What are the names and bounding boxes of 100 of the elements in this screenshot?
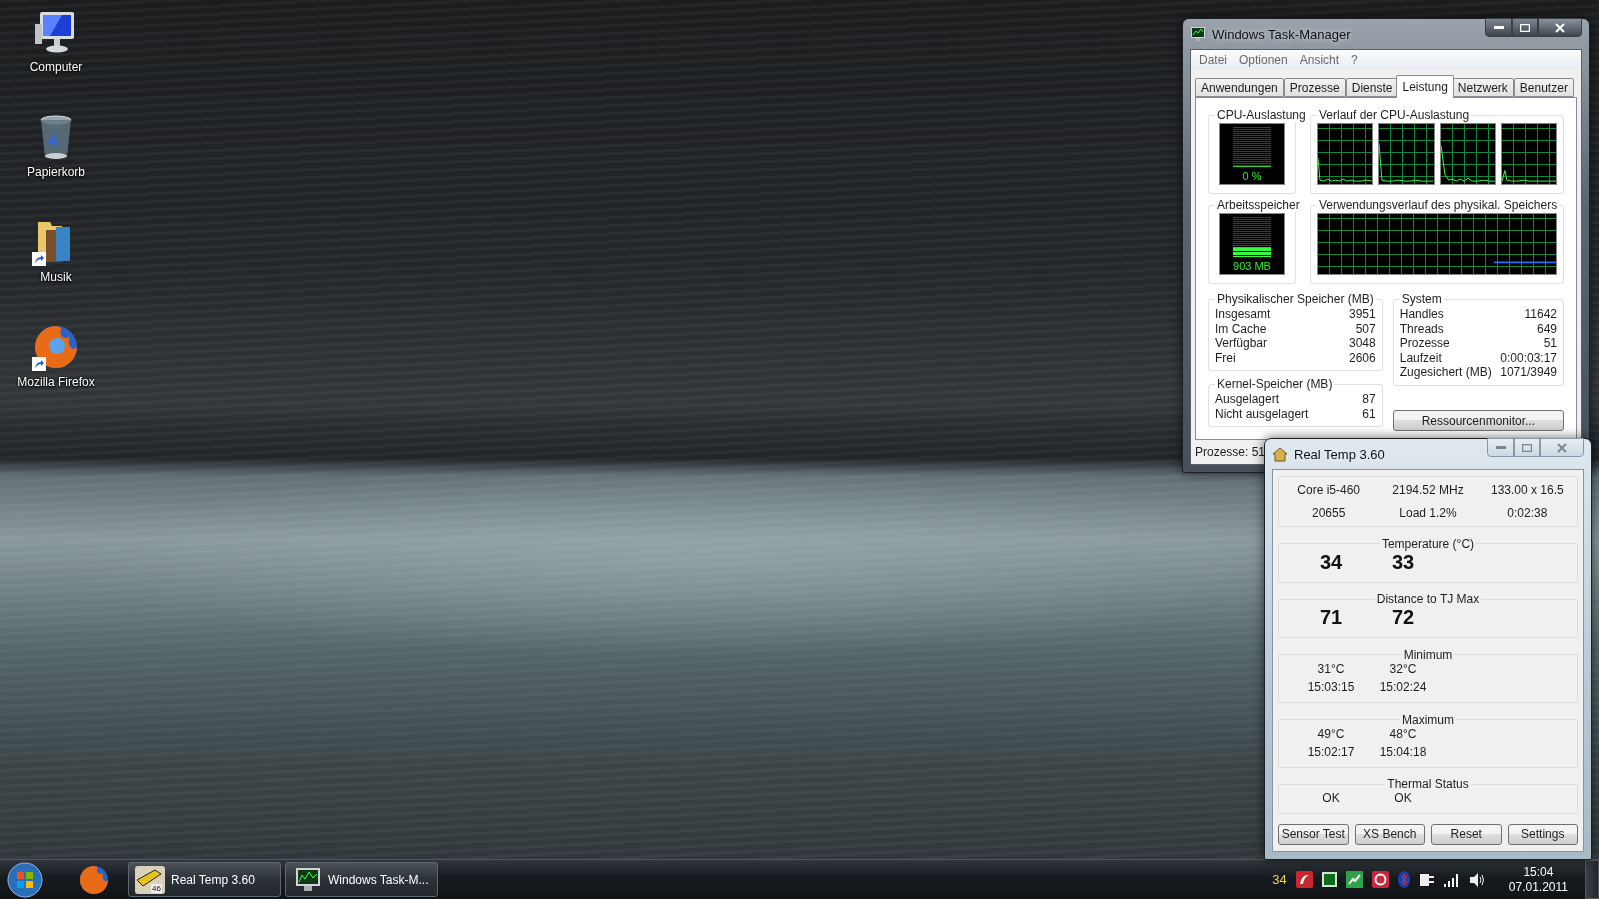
group-title: Arbeitsspeicher xyxy=(1216,198,1301,212)
section-title: Minimum xyxy=(1402,647,1454,662)
meter-reading: 903 MB xyxy=(1233,260,1271,272)
section-title: Distance to TJ Max xyxy=(1375,592,1481,607)
maximize-icon xyxy=(1522,443,1532,452)
maximize-button[interactable] xyxy=(1512,18,1538,37)
minimize-button[interactable] xyxy=(1485,18,1512,37)
info-text: 0:02:38 xyxy=(1506,506,1549,520)
stat-value: 0:00:03:17 xyxy=(1500,350,1557,365)
maximize-icon xyxy=(1520,23,1530,32)
time-value: 15:02:24 xyxy=(1378,679,1428,694)
stat-value: 3951 xyxy=(1349,307,1376,322)
reading-value: 49°C xyxy=(1316,726,1346,741)
time-value: 15:02:17 xyxy=(1306,744,1356,759)
taskbar-window-button[interactable]: 46 Real Temp 3.60 xyxy=(128,862,281,897)
group-title: Verlauf der CPU-Auslastung xyxy=(1318,108,1471,122)
globe-icon xyxy=(78,863,110,896)
section-title: Maximum xyxy=(1401,712,1455,727)
group-title: Verwendungsverlauf des physikal. Speichers xyxy=(1318,198,1559,212)
signal-bars-icon xyxy=(1443,872,1460,887)
window-title: Windows Task-Manager xyxy=(1212,26,1351,42)
stat-value: 51 xyxy=(1543,336,1557,351)
clock-time: 15:04 xyxy=(1523,864,1554,880)
stat-label: Zugesichert (MB) xyxy=(1399,365,1492,380)
desktop-icon-label[interactable]: Papierkorb xyxy=(27,165,85,179)
stat-label: Prozesse xyxy=(1399,336,1450,351)
stat-label: Handles xyxy=(1399,307,1444,322)
desktop-icon-label[interactable]: Mozilla Firefox xyxy=(17,375,95,389)
stat-label: Threads xyxy=(1399,321,1444,336)
cpu-history-graph xyxy=(1500,123,1557,185)
clock[interactable]: 15:04 07.01.2011 xyxy=(1508,864,1568,895)
status-text: Prozesse: 51 xyxy=(1195,445,1266,459)
info-text: Load 1.2% xyxy=(1398,506,1458,520)
menu-item[interactable]: Optionen xyxy=(1233,53,1294,67)
globe-icon xyxy=(32,323,80,371)
status-value: OK xyxy=(1393,791,1413,806)
group-title: Kernel-Speicher (MB) xyxy=(1216,377,1334,391)
action-button[interactable]: Settings xyxy=(1507,823,1578,845)
info-text: 20655 xyxy=(1310,506,1347,520)
action-button[interactable]: Sensor Test xyxy=(1278,823,1349,845)
action-button[interactable]: XS Bench xyxy=(1354,823,1425,845)
speaker-icon xyxy=(1468,871,1486,888)
house-icon xyxy=(1272,446,1288,462)
menu-item[interactable]: ? xyxy=(1345,53,1364,67)
stat-value: 3048 xyxy=(1349,336,1376,351)
cpu-history-graph xyxy=(1317,123,1374,185)
stat-value: 87 xyxy=(1362,392,1376,407)
stat-label: Im Cache xyxy=(1215,321,1267,336)
close-button[interactable] xyxy=(1538,18,1582,37)
group-title: CPU-Auslastung xyxy=(1216,108,1307,122)
stat-label: Laufzeit xyxy=(1399,350,1442,365)
monitor-icon xyxy=(1190,26,1206,42)
reading-value: 34 xyxy=(1318,550,1344,574)
tab[interactable]: Dienste xyxy=(1345,78,1399,97)
minimize-icon xyxy=(1495,445,1506,450)
reading-value: 48°C xyxy=(1388,726,1418,741)
desktop-icon-label[interactable]: Musik xyxy=(40,270,72,284)
cpu-history-graph xyxy=(1439,123,1496,185)
reading-value: 32°C xyxy=(1388,661,1418,676)
time-value: 15:03:15 xyxy=(1306,679,1356,694)
tab[interactable]: Benutzer xyxy=(1513,78,1574,97)
stat-label: Frei xyxy=(1215,350,1236,365)
tray-temperature[interactable]: 34 xyxy=(1272,872,1287,887)
menu-item[interactable]: Ansicht xyxy=(1293,53,1346,67)
tab[interactable]: Anwendungen xyxy=(1195,78,1284,97)
start-button[interactable] xyxy=(4,860,46,899)
reading-value: 33 xyxy=(1391,550,1415,574)
section-title: Thermal Status xyxy=(1386,777,1470,792)
cpu-history-graph xyxy=(1378,123,1435,185)
stat-value: 649 xyxy=(1536,321,1557,336)
reading-value: 71 xyxy=(1318,606,1344,630)
clock-date: 07.01.2011 xyxy=(1508,879,1568,895)
tab[interactable]: Netzwerk xyxy=(1451,78,1514,97)
power-plug-icon xyxy=(1418,871,1435,888)
swirl-icon xyxy=(1295,871,1313,888)
close-icon xyxy=(1557,442,1567,453)
resource-monitor-button[interactable]: Ressourcenmonitor... xyxy=(1392,410,1564,431)
taskbar-window-button[interactable]: Windows Task-M... xyxy=(285,862,438,897)
ring-icon xyxy=(1371,871,1389,888)
window-title: Real Temp 3.60 xyxy=(1294,446,1385,462)
stat-label: Verfügbar xyxy=(1215,336,1268,351)
menu-item[interactable]: Datei xyxy=(1193,53,1233,67)
status-value: OK xyxy=(1321,791,1341,806)
meter-reading: 0 % xyxy=(1242,170,1262,182)
grid-icon xyxy=(1321,872,1337,887)
minimize-icon xyxy=(1493,25,1504,30)
stat-value: 507 xyxy=(1355,321,1376,336)
info-text: Core i5-460 xyxy=(1296,483,1361,497)
stat-label: Ausgelagert xyxy=(1215,392,1280,407)
tab[interactable]: Leistung xyxy=(1396,75,1454,98)
stat-value: 1071/3949 xyxy=(1500,365,1557,380)
flag-orb-icon xyxy=(7,861,43,898)
info-text: 2194.52 MHz xyxy=(1391,483,1465,497)
action-button[interactable]: Reset xyxy=(1431,823,1502,845)
info-text: 133.00 x 16.5 xyxy=(1489,483,1565,497)
tab[interactable]: Prozesse xyxy=(1283,78,1346,97)
reading-value: 72 xyxy=(1390,606,1416,630)
time-value: 15:04:18 xyxy=(1378,744,1428,759)
stat-label: Insgesamt xyxy=(1215,307,1271,322)
desktop-icon-label[interactable]: Computer xyxy=(29,60,83,74)
